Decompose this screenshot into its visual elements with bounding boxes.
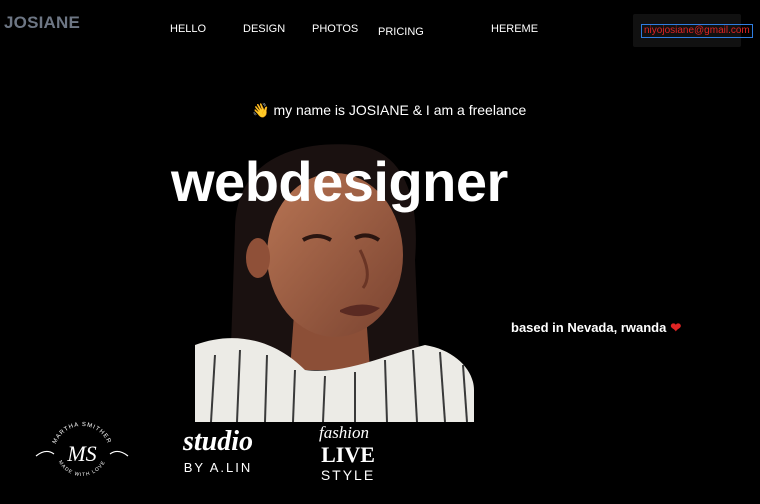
intro-line: my name is JOSIANE & I am a freelance xyxy=(273,102,527,118)
nav-item-photos[interactable]: PHOTOS xyxy=(312,23,358,35)
fashion-script: fashion xyxy=(319,423,369,442)
nav-item-hello[interactable]: HELLO xyxy=(170,23,206,35)
nav-item-hereme[interactable]: HEREME xyxy=(491,23,538,35)
intro-text: 👋 my name is JOSIANE & I am a freelance xyxy=(252,102,526,119)
studio-script: studio xyxy=(182,426,253,457)
client-logo-fashion: fashion LIVE STYLE xyxy=(304,420,396,486)
nav-item-design[interactable]: DESIGN xyxy=(243,23,285,35)
heart-icon: ❤ xyxy=(670,320,682,335)
location-text: based in Nevada, rwanda ❤ xyxy=(511,320,681,336)
contact-box: niyojosiane@gmail.com xyxy=(633,14,753,47)
location-label: based in Nevada, rwanda xyxy=(511,320,667,335)
fashion-line1: LIVE xyxy=(321,442,375,467)
brand-logo[interactable]: JOSIANE xyxy=(4,13,80,33)
hero-headline: webdesigner xyxy=(171,150,508,213)
nav-item-pricing[interactable]: PRICING xyxy=(378,26,424,38)
email-link[interactable]: niyojosiane@gmail.com xyxy=(641,24,753,38)
ms-initials: MS xyxy=(66,441,96,466)
fashion-line2: STYLE xyxy=(321,467,375,483)
client-logo-studio: studio BY A.LIN xyxy=(168,424,272,480)
waving-hand-icon: 👋 xyxy=(252,102,270,118)
client-logo-ms: MARTHA SMITHER MS MADE WITH LOVE xyxy=(32,418,132,488)
studio-byline: BY A.LIN xyxy=(184,460,253,475)
